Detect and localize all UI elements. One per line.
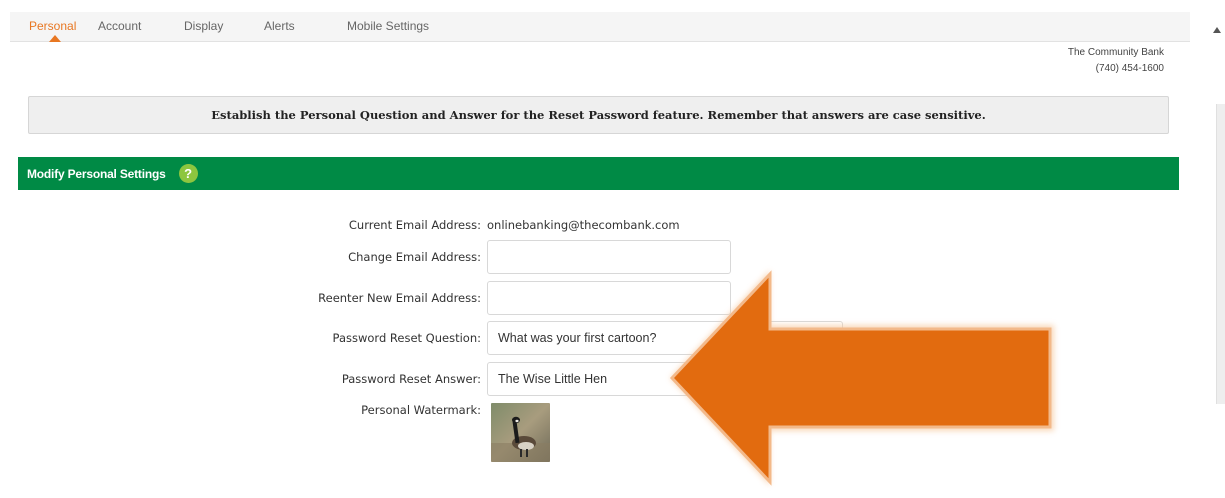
reset-answer-input[interactable] bbox=[487, 362, 843, 396]
reenter-email-input[interactable] bbox=[487, 281, 731, 315]
reset-question-input[interactable] bbox=[487, 321, 843, 355]
active-tab-caret-icon bbox=[49, 35, 61, 42]
bank-name: The Community Bank bbox=[1067, 47, 1164, 58]
bank-phone: (740) 454-1600 bbox=[1095, 63, 1164, 74]
tab-bar: Personal Account Display Alerts Mobile S… bbox=[10, 12, 1190, 42]
change-email-input[interactable] bbox=[487, 240, 731, 274]
goose-image bbox=[491, 403, 550, 462]
tab-personal[interactable]: Personal bbox=[29, 19, 76, 33]
personal-watermark-image[interactable] bbox=[491, 403, 550, 462]
tab-display[interactable]: Display bbox=[184, 19, 223, 33]
reset-question-label: Password Reset Question: bbox=[332, 331, 481, 345]
current-email-label: Current Email Address: bbox=[348, 218, 481, 232]
help-icon[interactable]: ? bbox=[178, 164, 198, 183]
current-email-value: onlinebanking@thecombank.com bbox=[487, 218, 680, 232]
tab-account[interactable]: Account bbox=[98, 19, 141, 33]
scrollbar-thumb[interactable] bbox=[1216, 104, 1225, 404]
reset-answer-label: Password Reset Answer: bbox=[341, 372, 481, 386]
bank-info: The Community Bank (740) 454-1600 bbox=[1068, 45, 1164, 77]
tab-mobile-settings[interactable]: Mobile Settings bbox=[347, 19, 429, 33]
change-email-label: Change Email Address: bbox=[348, 250, 481, 264]
info-message: Establish the Personal Question and Answ… bbox=[211, 108, 986, 122]
tab-alerts[interactable]: Alerts bbox=[264, 19, 295, 33]
section-header: Modify Personal Settings ? bbox=[18, 157, 1179, 190]
section-title: Modify Personal Settings bbox=[27, 166, 166, 181]
reenter-email-label: Reenter New Email Address: bbox=[318, 291, 481, 305]
chevron-up-icon[interactable] bbox=[1213, 27, 1221, 33]
page: Personal Account Display Alerts Mobile S… bbox=[0, 0, 1225, 498]
info-message-box: Establish the Personal Question and Answ… bbox=[28, 96, 1169, 134]
watermark-label: Personal Watermark: bbox=[361, 403, 481, 417]
